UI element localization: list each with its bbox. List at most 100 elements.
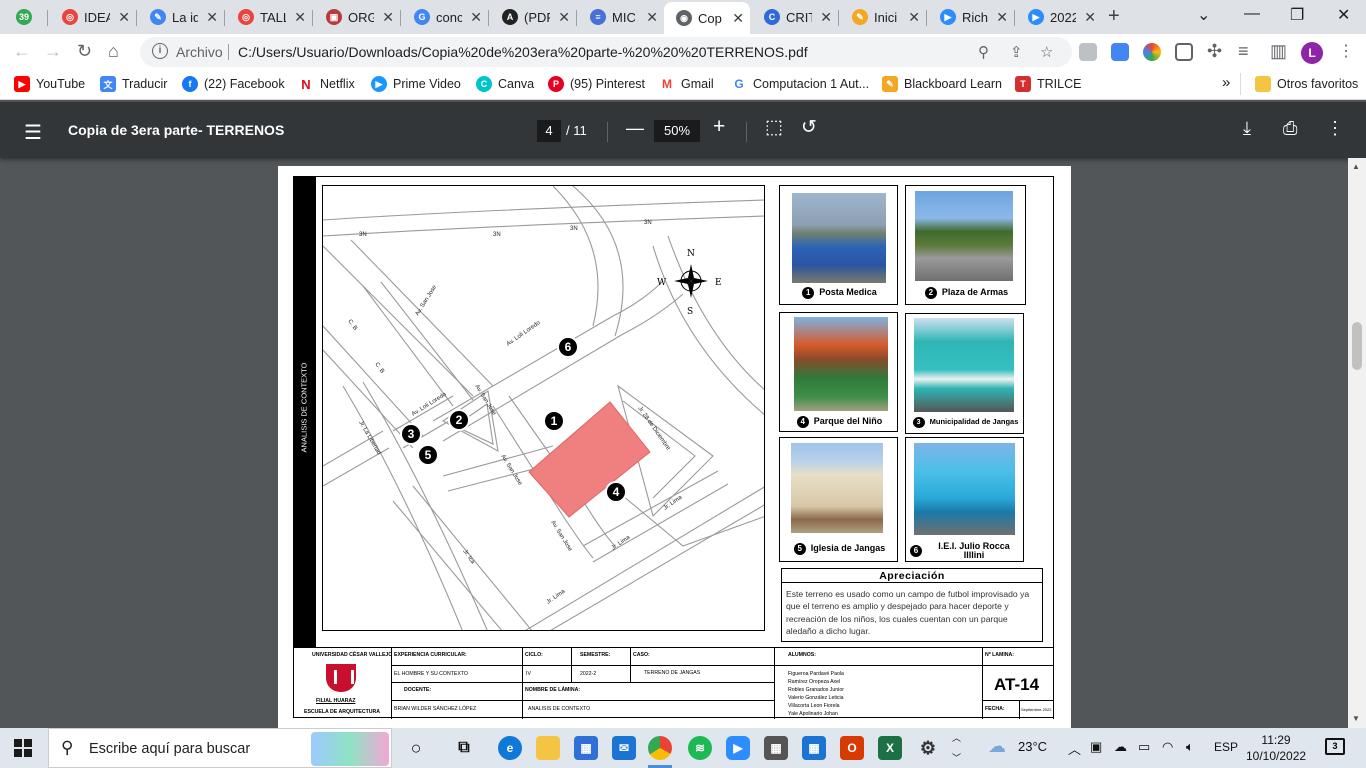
tab-6[interactable]: G conc ✕	[402, 4, 488, 30]
download-icon[interactable]: ⤓	[1243, 118, 1251, 139]
bookmark-computacion[interactable]: G Computacion 1 Aut...	[731, 76, 869, 92]
zoom-out-icon[interactable]: —	[626, 118, 644, 139]
battery-icon[interactable]: ▭	[1138, 739, 1150, 755]
media-list-icon[interactable]: ≡	[1238, 41, 1249, 62]
volume-icon[interactable]: 🔈︎	[1186, 739, 1194, 755]
close-icon[interactable]: ✕	[820, 9, 832, 26]
tab-3[interactable]: ✎ La id ✕	[138, 4, 224, 30]
windows-start-icon[interactable]	[14, 739, 32, 757]
minimize-icon[interactable]: —	[1244, 5, 1260, 23]
onedrive-cloud-icon[interactable]: ☁	[1114, 739, 1127, 755]
zoom-magnifier-icon[interactable]: ⚲	[978, 43, 989, 61]
tab-search-chevron-icon[interactable]: ⌄	[1197, 5, 1210, 25]
bookmarks-overflow-icon[interactable]: »	[1222, 74, 1230, 91]
tab-8[interactable]: ≡ MIC ✕	[578, 4, 664, 30]
bookmark-canva[interactable]: C Canva	[476, 76, 534, 92]
bookmark-pinterest[interactable]: P (95) Pinterest	[548, 76, 645, 92]
spotify-icon[interactable]: ≋	[688, 736, 712, 760]
zoom-input[interactable]: 50%	[654, 120, 700, 142]
side-panel-icon[interactable]: ▥	[1270, 41, 1287, 62]
close-icon[interactable]: ✕	[996, 9, 1008, 26]
tray-app-icon[interactable]: ▣	[1090, 739, 1102, 755]
cortana-icon[interactable]: ○	[404, 736, 428, 760]
tab-12[interactable]: ▶ Rich ✕	[928, 4, 1014, 30]
tab-11[interactable]: ✎ Inici ✕	[840, 4, 926, 30]
tab-5[interactable]: ▣ ORG ✕	[314, 4, 400, 30]
language-indicator[interactable]: ESP	[1214, 740, 1238, 754]
chrome-icon[interactable]	[648, 736, 672, 760]
download-extension-icon[interactable]	[1175, 43, 1193, 61]
tab-13[interactable]: ▶ 2022 ✕	[1016, 4, 1102, 30]
calculator-icon[interactable]: ▦	[764, 736, 788, 760]
clock[interactable]: 11:29 10/10/2022	[1246, 732, 1306, 764]
tab-active-pdf[interactable]: ◉ Cop ✕	[664, 2, 750, 34]
tab-4[interactable]: ◎ TALL ✕	[226, 4, 312, 30]
weather-cloud-icon[interactable]: ☁	[988, 736, 1006, 757]
restore-icon[interactable]: ❐	[1290, 5, 1304, 25]
fit-to-page-icon[interactable]: ⬚	[765, 116, 783, 139]
close-icon[interactable]: ✕	[646, 9, 658, 26]
share-icon[interactable]: ⇪	[1010, 43, 1023, 61]
forward-arrow-icon[interactable]: →	[44, 41, 62, 62]
scroll-up-arrow-icon[interactable]: ▲	[1352, 162, 1360, 171]
tab-7[interactable]: A (PDF ✕	[490, 4, 576, 30]
bookmark-star-icon[interactable]: ☆	[1040, 43, 1053, 61]
tray-scroll-icon[interactable]: ︿ ﹀	[952, 728, 961, 768]
bookmark-blackboard[interactable]: ✎ Blackboard Learn	[882, 76, 1002, 92]
zoom-in-icon[interactable]: +	[713, 115, 725, 139]
tab-10[interactable]: C CRIT ✕	[752, 4, 838, 30]
notifications-icon[interactable]: 3	[1325, 738, 1345, 755]
page-number-input[interactable]: 4	[537, 120, 561, 142]
tab-1[interactable]: 39	[4, 4, 44, 30]
info-icon[interactable]: i	[152, 43, 168, 59]
screen-recorder-icon[interactable]	[1143, 43, 1161, 61]
print-icon[interactable]: ⎙	[1283, 118, 1297, 139]
weather-temp[interactable]: 23°C	[1018, 739, 1047, 754]
back-arrow-icon[interactable]: ←	[13, 41, 31, 62]
taskbar-search-box[interactable]: ⚲ Escribe aquí para buscar	[48, 728, 392, 768]
close-icon[interactable]: ✕	[294, 9, 306, 26]
new-tab-plus-icon[interactable]: +	[1108, 5, 1120, 28]
show-hidden-icons-chevron[interactable]: ︿	[1068, 739, 1081, 758]
bookmark-netflix[interactable]: N Netflix	[298, 76, 355, 92]
extension-icon[interactable]	[1079, 43, 1097, 61]
calendar-icon[interactable]: ▦	[802, 736, 826, 760]
bookmark-trilce[interactable]: T TRILCE	[1015, 76, 1081, 92]
scroll-down-arrow-icon[interactable]: ▼	[1352, 714, 1360, 723]
extensions-puzzle-icon[interactable]: ✣	[1207, 41, 1222, 62]
translate-extension-icon[interactable]	[1111, 43, 1129, 61]
rotate-icon[interactable]: ↺	[801, 116, 817, 139]
vertical-scrollbar[interactable]: ▲ ▼	[1348, 158, 1366, 728]
close-icon[interactable]: ✕	[118, 9, 130, 26]
zoom-app-icon[interactable]: ▶	[726, 736, 750, 760]
bookmark-traducir[interactable]: 文 Traducir	[100, 76, 167, 92]
close-icon[interactable]: ✕	[1084, 9, 1096, 26]
settings-gear-icon[interactable]: ⚙	[916, 736, 940, 760]
bookmark-facebook[interactable]: f (22) Facebook	[182, 76, 285, 92]
reload-icon[interactable]: ↻	[77, 41, 92, 62]
bookmark-prime-video[interactable]: ▶ Prime Video	[371, 76, 461, 92]
mail-icon[interactable]: ✉	[612, 736, 636, 760]
bookmark-youtube[interactable]: ▶ YouTube	[14, 76, 85, 92]
store-icon[interactable]: ▦	[574, 736, 598, 760]
close-icon[interactable]: ✕	[558, 9, 570, 26]
close-icon[interactable]: ✕	[732, 10, 744, 27]
file-explorer-icon[interactable]	[536, 736, 560, 760]
excel-icon[interactable]: X	[878, 736, 902, 760]
close-icon[interactable]: ✕	[382, 9, 394, 26]
hamburger-menu-icon[interactable]: ☰	[24, 120, 42, 145]
task-view-icon[interactable]: ⧉	[452, 736, 476, 760]
url-text[interactable]: C:/Users/Usuario/Downloads/Copia%20de%20…	[238, 44, 808, 60]
bookmark-gmail[interactable]: M Gmail	[659, 76, 714, 92]
close-icon[interactable]: ✕	[470, 9, 482, 26]
more-options-icon[interactable]: ⋮	[1326, 118, 1344, 139]
address-bar[interactable]: i Archivo C:/Users/Usuario/Downloads/Cop…	[140, 37, 1072, 67]
wifi-icon[interactable]: ◠	[1162, 739, 1173, 755]
profile-avatar[interactable]: L	[1301, 42, 1323, 64]
office-icon[interactable]: O	[840, 736, 864, 760]
close-icon[interactable]: ✕	[206, 9, 218, 26]
tab-2[interactable]: ◎ IDEA ✕	[50, 4, 136, 30]
window-close-icon[interactable]: ✕	[1337, 5, 1350, 25]
home-icon[interactable]: ⌂	[108, 41, 119, 62]
other-bookmarks-folder[interactable]: Otros favoritos	[1255, 76, 1358, 92]
